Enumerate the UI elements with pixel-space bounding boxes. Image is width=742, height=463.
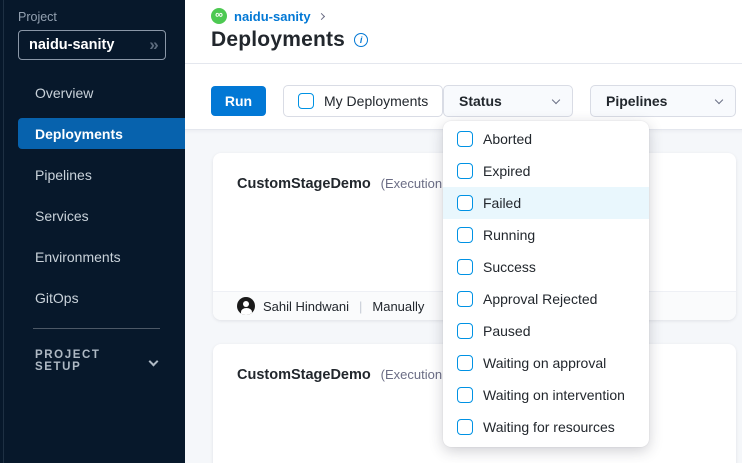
chevron-down-icon	[715, 95, 723, 103]
status-option-label: Success	[483, 259, 536, 275]
status-option-label: Approval Rejected	[483, 291, 597, 307]
pipelines-filter-dropdown[interactable]: Pipelines	[590, 85, 736, 117]
status-filter-dropdown[interactable]: Status	[443, 85, 573, 117]
status-option-label: Waiting for resources	[483, 419, 615, 435]
sidebar-item-services[interactable]: Services	[18, 200, 185, 231]
sidebar-item-gitops[interactable]: GitOps	[18, 282, 185, 313]
status-checkbox[interactable]	[457, 291, 473, 307]
page-title: Deployments	[211, 28, 345, 52]
my-deployments-toggle[interactable]: My Deployments	[283, 85, 443, 117]
status-checkbox[interactable]	[457, 131, 473, 147]
status-checkbox[interactable]	[457, 387, 473, 403]
status-option-failed[interactable]: Failed	[443, 187, 649, 219]
user-avatar-icon	[237, 297, 255, 315]
project-sidebar: Project » Overview Deployments Pipelines…	[0, 0, 185, 463]
status-option-label: Waiting on approval	[483, 355, 606, 371]
status-checkbox[interactable]	[457, 355, 473, 371]
cd-module-icon: ∞	[211, 8, 227, 24]
status-option-aborted[interactable]: Aborted	[443, 123, 649, 155]
status-option-running[interactable]: Running	[443, 219, 649, 251]
main-area: ∞ naidu-sanity Deployments i Run My Depl…	[185, 0, 742, 463]
sidebar-item-pipelines[interactable]: Pipelines	[18, 159, 185, 190]
status-filter-menu: Aborted Expired Failed Running Success A…	[443, 121, 649, 447]
status-option-label: Aborted	[483, 131, 532, 147]
status-option-expired[interactable]: Expired	[443, 155, 649, 187]
status-option-success[interactable]: Success	[443, 251, 649, 283]
status-option-label: Expired	[483, 163, 530, 179]
status-checkbox[interactable]	[457, 195, 473, 211]
breadcrumb: ∞ naidu-sanity	[211, 8, 324, 24]
status-option-label: Paused	[483, 323, 530, 339]
project-setup-label: PROJECT SETUP	[35, 349, 150, 373]
sidebar-nav: Overview Deployments Pipelines Services …	[0, 77, 185, 323]
footer-separator: |	[359, 299, 362, 314]
my-deployments-checkbox[interactable]	[298, 93, 314, 109]
deployments-page: Project » Overview Deployments Pipelines…	[0, 0, 742, 463]
project-expand-icon[interactable]: »	[142, 33, 166, 57]
chevron-down-icon	[149, 356, 159, 366]
status-option-paused[interactable]: Paused	[443, 315, 649, 347]
status-option-label: Running	[483, 227, 535, 243]
pipeline-name[interactable]: CustomStageDemo	[237, 176, 371, 192]
status-option-label: Waiting on intervention	[483, 387, 625, 403]
status-option-waiting-for-resources[interactable]: Waiting for resources	[443, 411, 649, 443]
my-deployments-label: My Deployments	[324, 93, 428, 109]
breadcrumb-project-link[interactable]: naidu-sanity	[234, 9, 311, 24]
status-option-approval-rejected[interactable]: Approval Rejected	[443, 283, 649, 315]
chevron-down-icon	[552, 95, 560, 103]
header-divider	[185, 63, 742, 64]
pipelines-filter-label: Pipelines	[606, 93, 667, 109]
sidebar-divider	[33, 328, 160, 329]
status-option-waiting-on-intervention[interactable]: Waiting on intervention	[443, 379, 649, 411]
sidebar-item-environments[interactable]: Environments	[18, 241, 185, 272]
info-icon[interactable]: i	[354, 33, 368, 47]
trigger-type: Manually	[372, 299, 424, 314]
page-title-row: Deployments i	[211, 28, 368, 52]
chevron-right-icon	[318, 12, 325, 19]
triggered-by-user: Sahil Hindwani	[263, 299, 349, 314]
status-checkbox[interactable]	[457, 163, 473, 179]
status-checkbox[interactable]	[457, 419, 473, 435]
status-checkbox[interactable]	[457, 227, 473, 243]
sidebar-item-deployments[interactable]: Deployments	[18, 118, 185, 149]
status-checkbox[interactable]	[457, 323, 473, 339]
status-checkbox[interactable]	[457, 259, 473, 275]
project-label: Project	[18, 10, 57, 24]
project-setup-section[interactable]: PROJECT SETUP	[35, 349, 171, 373]
pipeline-name[interactable]: CustomStageDemo	[237, 367, 371, 383]
status-option-label: Failed	[483, 195, 521, 211]
status-filter-label: Status	[459, 93, 502, 109]
sidebar-item-overview[interactable]: Overview	[18, 77, 185, 108]
run-button[interactable]: Run	[211, 86, 266, 116]
status-option-waiting-on-approval[interactable]: Waiting on approval	[443, 347, 649, 379]
